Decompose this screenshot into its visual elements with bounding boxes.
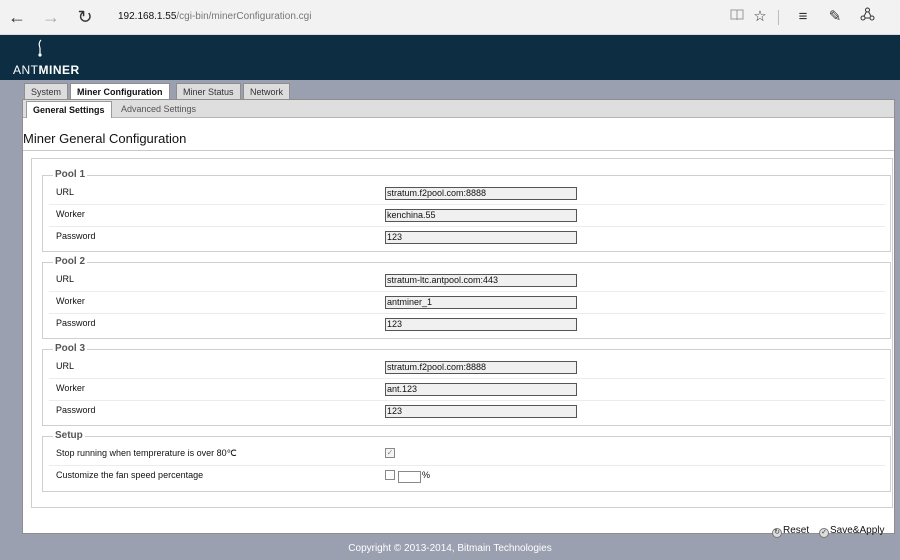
pool-2-password-input[interactable]: 123 [385,318,577,331]
pool-2-url-label: URL [56,274,75,284]
pool-3-password-row: Password 123 [49,401,885,423]
pool-2-worker-row: Worker antminer_1 [49,292,885,314]
pool-1-url-label: URL [56,187,75,197]
pool-3-worker-row: Worker ant.123 [49,379,885,401]
save-apply-label: Save&Apply [830,525,885,536]
back-icon[interactable]: ← [6,6,28,28]
pool-1-worker-row: Worker kenchina.55 [49,205,885,227]
stop-temp-checkbox[interactable]: ✓ [385,448,395,458]
fan-speed-row: Customize the fan speed percentage % [49,466,885,488]
pool-3-url-input[interactable]: stratum.f2pool.com:8888 [385,361,577,374]
address-bar[interactable]: 192.168.1.55/cgi-bin/minerConfiguration.… [118,8,718,26]
logo-text-miner: MINER [38,63,80,77]
subtab-general-settings[interactable]: General Settings [26,101,112,118]
stop-temp-row: Stop running when temprerature is over 8… [49,444,885,466]
pool-1-worker-input[interactable]: kenchina.55 [385,209,577,222]
toolbar-divider [778,10,779,25]
pool-2-worker-label: Worker [56,296,85,306]
pool-2-password-row: Password 123 [49,314,885,336]
pool-3-url-row: URL stratum.f2pool.com:8888 [49,357,885,379]
pool-3-password-input[interactable]: 123 [385,405,577,418]
pool-3-worker-input[interactable]: ant.123 [385,383,577,396]
sub-tabs: General Settings Advanced Settings [23,100,894,118]
antminer-logo: ANTMINER [6,39,86,77]
footer-copyright: Copyright © 2013-2014, Bitmain Technolog… [348,543,552,554]
pool-3-password-label: Password [56,405,96,415]
title-divider [23,150,894,151]
pool-1-url-row: URL stratum.f2pool.com:8888 [49,183,885,205]
browser-toolbar: ← → ↻ 192.168.1.55/cgi-bin/minerConfigur… [0,0,900,35]
stop-temp-label: Stop running when temprerature is over 8… [56,448,237,458]
tab-network[interactable]: Network [243,83,291,100]
fan-speed-unit: % [422,470,431,480]
fan-speed-checkbox[interactable] [385,470,395,480]
pool-1-password-label: Password [56,231,96,241]
setup-title: Setup [53,430,85,441]
app-header: ANTMINER [0,35,900,80]
logo-text-ant: ANT [13,63,39,77]
subtab-advanced-settings[interactable]: Advanced Settings [115,101,202,118]
ant-logo-icon [38,39,42,57]
url-path: /cgi-bin/minerConfiguration.cgi [176,11,312,22]
reading-view-icon[interactable] [727,7,747,27]
hub-icon[interactable]: ≡ [793,7,813,27]
setup-fieldset: Setup Stop running when temprerature is … [42,430,891,492]
fan-speed-label: Customize the fan speed percentage [56,470,204,480]
share-icon[interactable] [857,7,877,27]
refresh-icon[interactable]: ↻ [74,6,96,28]
pool-2-title: Pool 2 [53,256,88,267]
pool-3-worker-label: Worker [56,383,85,393]
favorite-star-icon[interactable]: ☆ [750,7,770,27]
pool-1-password-input[interactable]: 123 [385,231,577,244]
pool-2-url-input[interactable]: stratum-ltc.antpool.com:443 [385,274,577,287]
config-panel: General Settings Advanced Settings Miner… [22,99,895,538]
forward-icon[interactable]: → [40,6,62,28]
pool-3-title: Pool 3 [53,343,88,354]
settings-form: Pool 1 URL stratum.f2pool.com:8888 Worke… [31,158,893,508]
pool-2-fieldset: Pool 2 URL stratum-ltc.antpool.com:443 W… [42,256,891,339]
pool-1-password-row: Password 123 [49,227,885,249]
pool-1-worker-label: Worker [56,209,85,219]
url-host: 192.168.1.55 [118,11,177,22]
save-apply-button[interactable]: ✓ Save&Apply [819,524,885,538]
fan-speed-input[interactable] [398,471,421,483]
tab-system[interactable]: System [24,83,69,100]
save-check-icon: ✓ [819,528,829,538]
reset-icon: ↻ [772,528,782,538]
reset-button[interactable]: ↻ Reset [772,524,810,538]
logo-text: ANTMINER [13,63,80,77]
web-note-icon[interactable]: ✎ [825,7,845,27]
reset-label: Reset [783,525,810,536]
page-title: Miner General Configuration [23,131,187,146]
pool-3-fieldset: Pool 3 URL stratum.f2pool.com:8888 Worke… [42,343,891,426]
pool-1-title: Pool 1 [53,169,88,180]
pool-1-fieldset: Pool 1 URL stratum.f2pool.com:8888 Worke… [42,169,891,252]
pool-2-url-row: URL stratum-ltc.antpool.com:443 [49,270,885,292]
pool-2-password-label: Password [56,318,96,328]
tab-miner-status[interactable]: Miner Status [176,83,241,100]
page-background: System Miner Configuration Miner Status … [0,80,900,560]
pool-1-url-input[interactable]: stratum.f2pool.com:8888 [385,187,577,200]
pool-3-url-label: URL [56,361,75,371]
pool-2-worker-input[interactable]: antminer_1 [385,296,577,309]
